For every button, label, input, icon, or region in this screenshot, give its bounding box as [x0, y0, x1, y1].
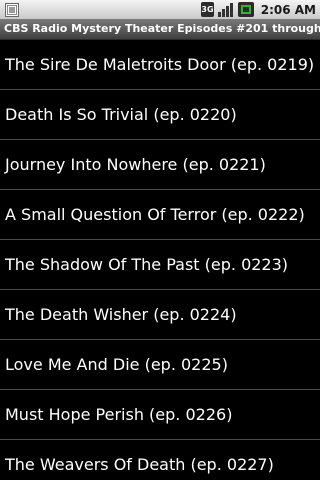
list-item[interactable]: The Sire De Maletroits Door (ep. 0219)	[0, 40, 320, 90]
list-item[interactable]: The Weavers Of Death (ep. 0227)	[0, 440, 320, 480]
list-item[interactable]: Journey Into Nowhere (ep. 0221)	[0, 140, 320, 190]
battery-icon	[237, 2, 254, 17]
list-item[interactable]: Death Is So Trivial (ep. 0220)	[0, 90, 320, 140]
list-item[interactable]: Must Hope Perish (ep. 0226)	[0, 390, 320, 440]
status-bar: 3G 2:06 AM	[0, 0, 320, 19]
notification-icon	[5, 2, 19, 17]
list-item[interactable]: The Shadow Of The Past (ep. 0223)	[0, 240, 320, 290]
episode-list[interactable]: The Sire De Maletroits Door (ep. 0219) D…	[0, 40, 320, 480]
3g-icon: 3G	[200, 2, 214, 17]
status-time: 2:06 AM	[260, 2, 316, 17]
page-title: CBS Radio Mystery Theater Episodes #201 …	[4, 22, 320, 35]
list-item[interactable]: Love Me And Die (ep. 0225)	[0, 340, 320, 390]
list-item[interactable]: A Small Question Of Terror (ep. 0222)	[0, 190, 320, 240]
network-badge-text: 3G	[201, 5, 213, 14]
signal-icon	[217, 2, 234, 17]
title-bar: CBS Radio Mystery Theater Episodes #201 …	[0, 19, 320, 40]
list-item[interactable]: The Death Wisher (ep. 0224)	[0, 290, 320, 340]
